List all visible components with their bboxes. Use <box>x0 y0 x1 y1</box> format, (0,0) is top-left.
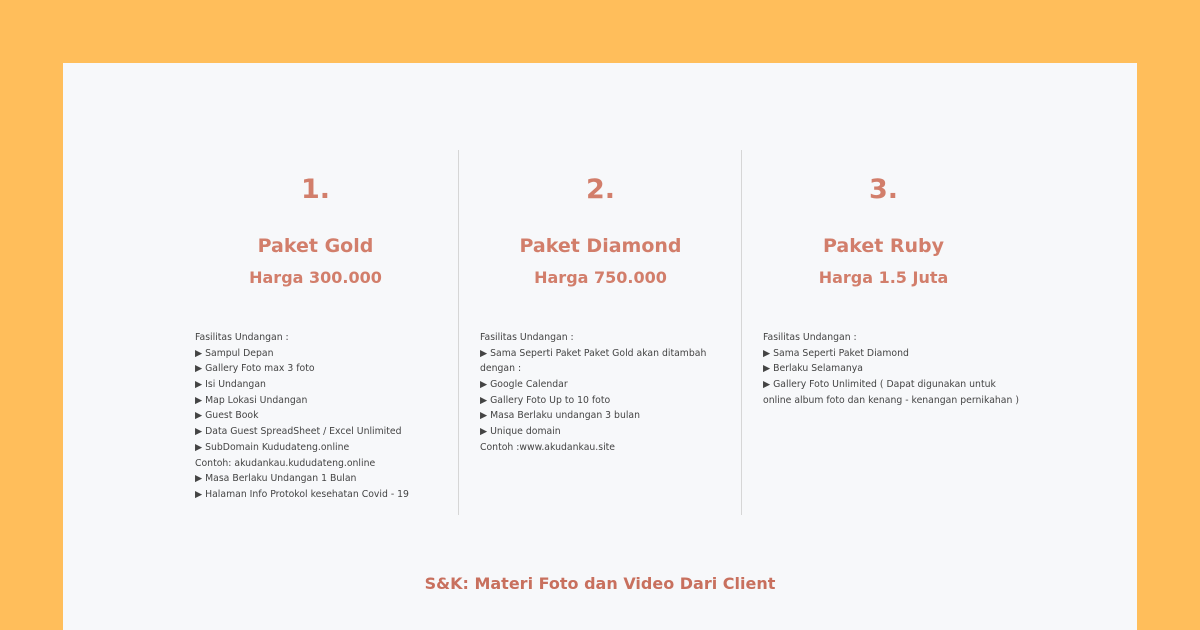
feature-line: ▶ Gallery Foto Up to 10 foto <box>480 394 611 406</box>
package-price: Harga 1.5 Juta <box>818 268 949 287</box>
package-number: 2. <box>585 174 616 205</box>
feature-line: ▶ Google Calendar <box>480 379 568 391</box>
feature-line: Fasilitas Undangan : <box>480 332 574 343</box>
pricing-card: 1. Paket Gold Harga 300.000 Fasilitas Un… <box>63 63 1137 630</box>
feature-line: ▶ SubDomain Kududateng.online <box>195 441 350 453</box>
feature-line: ▶ Unique domain <box>480 426 561 438</box>
features-list: Fasilitas Undangan : ▶ Sama Seperti Paket… <box>763 330 1023 408</box>
feature-line: ▶ Masa Berlaku undangan 3 bulan <box>480 410 641 422</box>
package-price: Harga 750.000 <box>534 268 667 287</box>
feature-line: ▶ Gallery Foto max 3 foto <box>195 363 315 375</box>
feature-line: Fasilitas Undangan : <box>195 332 289 343</box>
feature-line: ▶ Map Lokasi Undangan <box>195 394 308 406</box>
package-title: Paket Ruby <box>822 235 945 257</box>
feature-line: ▶ Masa Berlaku Undangan 1 Bulan <box>195 473 357 485</box>
package-number: 3. <box>868 174 899 205</box>
terms-note: S&K: Materi Foto dan Video Dari Client <box>424 574 776 593</box>
feature-line: online album foto dan kenang - kenangan … <box>763 394 1019 406</box>
feature-line: ▶ Sama Seperti Paket Paket Gold akan dit… <box>480 347 707 359</box>
feature-line: Fasilitas Undangan : <box>763 332 857 343</box>
package-title: Paket Gold <box>257 235 374 257</box>
package-title: Paket Diamond <box>519 235 682 257</box>
feature-line: ▶ Sampul Depan <box>195 347 274 359</box>
feature-line: ▶ Berlaku Selamanya <box>763 363 863 375</box>
package-gold: 1. Paket Gold Harga 300.000 Fasilitas Un… <box>174 150 457 515</box>
feature-line: ▶ Isi Undangan <box>195 379 266 391</box>
package-number: 1. <box>300 174 331 205</box>
feature-line: ▶ Guest Book <box>195 410 259 422</box>
features-list: Fasilitas Undangan : ▶ Sampul Depan ▶ Gall… <box>195 330 455 503</box>
feature-line: ▶ Data Guest SpreadSheet / Excel Unlimit… <box>195 426 402 438</box>
feature-line: Contoh: akudankau.kududateng.online <box>195 457 376 469</box>
package-price: Harga 300.000 <box>249 268 382 287</box>
feature-line: dengan : <box>480 363 522 375</box>
feature-line: ▶ Sama Seperti Paket Diamond <box>763 347 909 359</box>
package-diamond: 2. Paket Diamond Harga 750.000 Fasilitas… <box>458 150 742 515</box>
feature-line: ▶ Halaman Info Protokol kesehatan Covid … <box>195 488 409 500</box>
package-ruby: 3. Paket Ruby Harga 1.5 Juta Fasilitas U… <box>741 150 1025 515</box>
features-list: Fasilitas Undangan : ▶ Sama Seperti Paket… <box>480 330 740 456</box>
feature-line: Contoh :www.akudankau.site <box>480 441 616 453</box>
feature-line: ▶ Gallery Foto Unlimited ( Dapat digunak… <box>763 379 996 391</box>
